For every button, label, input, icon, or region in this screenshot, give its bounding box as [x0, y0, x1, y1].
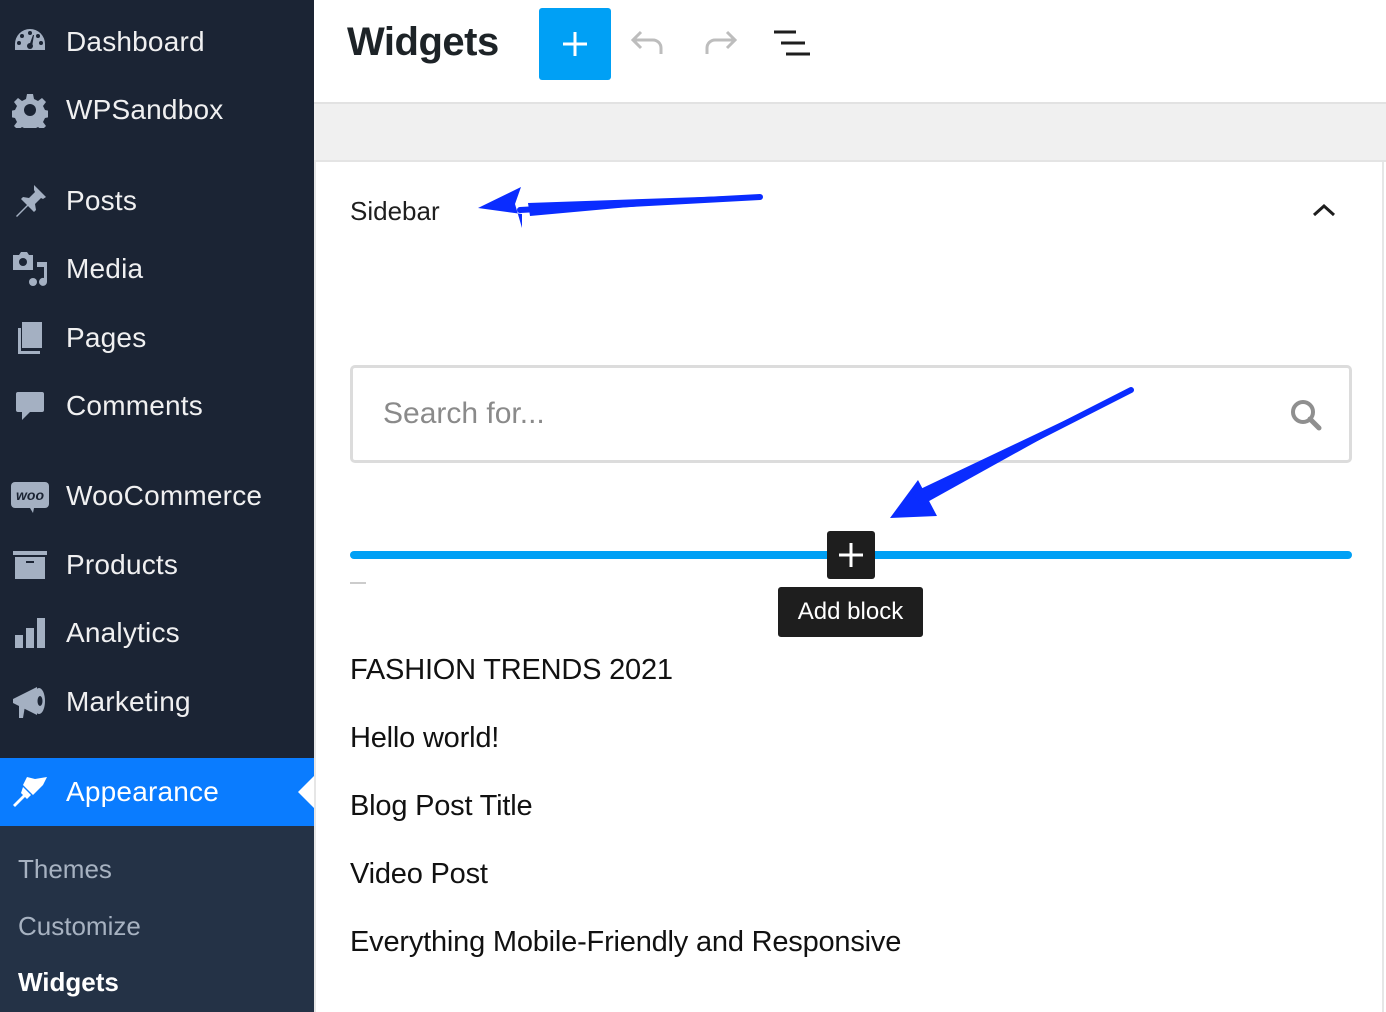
sidebar-item-label: Appearance	[66, 776, 220, 807]
sidebar-item-wpsandbox[interactable]: WPSandbox	[0, 80, 314, 140]
search-input[interactable]	[353, 368, 1273, 460]
media-icon	[10, 249, 50, 289]
add-block-button[interactable]	[827, 531, 875, 579]
submenu-item-themes[interactable]: Themes	[18, 854, 112, 885]
svg-text:woo: woo	[16, 487, 44, 503]
sidebar-item-label: Dashboard	[66, 26, 205, 57]
bar-chart-icon	[10, 613, 50, 653]
sidebar-item-label: WooCommerce	[66, 480, 263, 511]
post-link[interactable]: Video Post	[350, 858, 488, 891]
sidebar-item-label: Media	[66, 253, 144, 284]
widget-area-title: Sidebar	[350, 196, 440, 226]
pages-icon	[10, 318, 50, 358]
undo-icon	[630, 30, 663, 54]
sidebar-item-appearance[interactable]: Appearance	[0, 758, 314, 826]
sidebar-item-woocommerce[interactable]: woo WooCommerce	[0, 466, 314, 526]
editor-header: Widgets	[314, 0, 1386, 104]
sidebar-item-label: Analytics	[66, 617, 180, 648]
admin-sidebar: Dashboard WPSandbox Posts Media Pages Co…	[0, 0, 314, 1012]
search-widget	[350, 365, 1352, 463]
page-title: Widgets	[347, 20, 499, 64]
comment-icon	[10, 386, 50, 426]
sidebar-item-posts[interactable]: Posts	[0, 171, 314, 231]
redo-button[interactable]	[698, 22, 742, 66]
sidebar-item-label: Posts	[66, 185, 138, 216]
add-block-toggle-button[interactable]	[539, 8, 611, 80]
dashboard-icon	[10, 22, 50, 62]
submenu-item-widgets[interactable]: Widgets	[18, 967, 119, 998]
sidebar-item-label: Comments	[66, 390, 203, 421]
post-link[interactable]: Blog Post Title	[350, 790, 533, 823]
active-indicator	[298, 776, 314, 808]
archive-icon	[10, 545, 50, 585]
chevron-up-icon	[1312, 203, 1336, 217]
submenu-item-customize[interactable]: Customize	[18, 911, 141, 942]
collapse-button[interactable]	[1306, 192, 1342, 228]
search-icon[interactable]	[1289, 398, 1323, 432]
plus-icon	[839, 543, 863, 567]
post-link[interactable]: Hello world!	[350, 722, 499, 755]
gear-icon	[10, 90, 50, 130]
undo-button[interactable]	[626, 22, 670, 66]
widget-area-sidebar: Sidebar Add block FASHION TRENDS 2021 He…	[314, 162, 1384, 1012]
sidebar-item-marketing[interactable]: Marketing	[0, 672, 314, 732]
sidebar-item-comments[interactable]: Comments	[0, 376, 314, 436]
sidebar-item-dashboard[interactable]: Dashboard	[0, 12, 314, 72]
appearance-submenu: Themes Customize Widgets	[0, 826, 314, 1012]
sidebar-item-label: Marketing	[66, 686, 191, 717]
list-view-icon	[774, 30, 810, 56]
megaphone-icon	[10, 682, 50, 722]
pushpin-icon	[10, 181, 50, 221]
editor-toolbar-band	[314, 104, 1386, 162]
sidebar-item-media[interactable]: Media	[0, 239, 314, 299]
sidebar-item-label: Products	[66, 549, 179, 580]
sidebar-item-analytics[interactable]: Analytics	[0, 603, 314, 663]
list-view-button[interactable]	[769, 22, 813, 66]
redo-icon	[705, 30, 738, 54]
post-link[interactable]: Everything Mobile-Friendly and Responsiv…	[350, 926, 901, 959]
woo-icon: woo	[10, 476, 50, 516]
divider-mark	[350, 582, 366, 584]
sidebar-item-pages[interactable]: Pages	[0, 308, 314, 368]
paintbrush-icon	[10, 772, 50, 812]
sidebar-item-products[interactable]: Products	[0, 535, 314, 595]
plus-icon	[563, 32, 587, 56]
sidebar-item-label: WPSandbox	[66, 94, 224, 125]
post-link[interactable]: FASHION TRENDS 2021	[350, 654, 673, 687]
add-block-tooltip: Add block	[778, 587, 923, 637]
sidebar-item-label: Pages	[66, 322, 147, 353]
